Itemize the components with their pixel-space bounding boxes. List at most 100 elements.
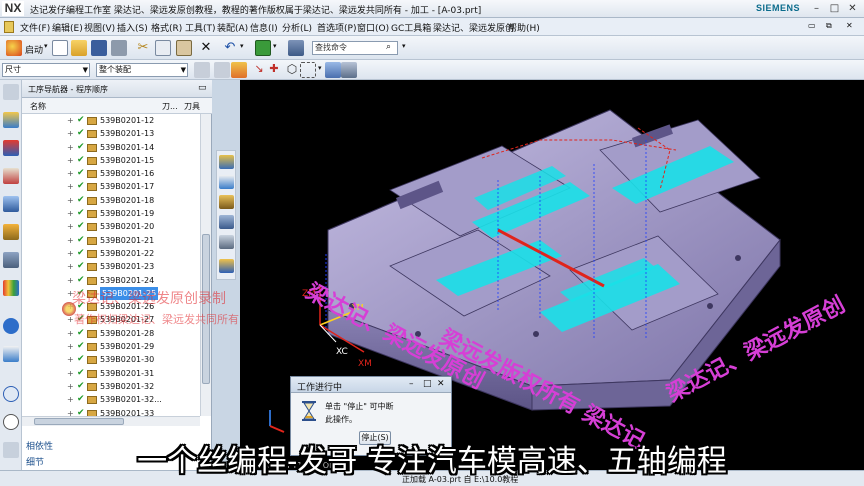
menu-gc-toolbox[interactable]: GC工具箱 <box>391 21 431 34</box>
dialog-minimize-icon[interactable]: – <box>409 379 414 389</box>
verify-toolpath-icon[interactable] <box>219 215 234 229</box>
tree-row[interactable]: + ✔ 539B0201-24 <box>22 274 200 287</box>
column-tool[interactable]: 刀具 <box>184 101 200 112</box>
palette-icon[interactable] <box>3 280 19 296</box>
cut-icon[interactable]: ✂ <box>135 40 151 56</box>
view-icon[interactable] <box>325 62 341 78</box>
menu-info[interactable]: 信息(I) <box>250 21 278 34</box>
delete-icon[interactable]: ✕ <box>198 40 214 56</box>
start-label[interactable]: 启动 <box>25 43 43 56</box>
navigator-collapse-icon[interactable]: ▭ <box>198 83 207 93</box>
repeat-command-icon[interactable] <box>255 40 271 56</box>
new-file-icon[interactable] <box>52 40 68 56</box>
menu-format[interactable]: 格式(R) <box>151 21 182 34</box>
column-tool-change[interactable]: 刀... <box>162 101 178 112</box>
expand-icon[interactable]: + <box>67 180 74 193</box>
tree-row[interactable]: + ✔ 539B0201-21 <box>22 234 200 247</box>
minimize-icon[interactable]: – <box>810 2 823 15</box>
expand-icon[interactable]: + <box>67 114 74 127</box>
tree-row[interactable]: + ✔ 539B0201-33 <box>22 407 200 416</box>
expand-icon[interactable]: + <box>67 353 74 366</box>
part-navigator-icon[interactable] <box>3 140 19 156</box>
maximize-icon[interactable]: □ <box>828 2 841 15</box>
nx-logo[interactable]: NX <box>2 1 24 16</box>
expand-icon[interactable]: + <box>67 194 74 207</box>
tree-row[interactable]: + ✔ 539B0201-30 <box>22 353 200 366</box>
generate-toolpath-icon[interactable] <box>219 155 234 169</box>
operation-navigator-icon[interactable] <box>3 196 19 212</box>
reuse-library-icon[interactable] <box>3 168 19 184</box>
vertical-scrollbar[interactable] <box>200 114 211 416</box>
close-icon[interactable]: ✕ <box>846 2 859 15</box>
expand-icon[interactable]: + <box>67 207 74 220</box>
expand-icon[interactable]: + <box>67 340 74 353</box>
list-toolpath-icon[interactable] <box>219 195 234 209</box>
expand-icon[interactable]: + <box>67 327 74 340</box>
machine-tool-navigator-icon[interactable] <box>3 224 19 240</box>
simulate-icon[interactable] <box>219 235 234 249</box>
tree-row[interactable]: + ✔ 539B0201-15 <box>22 154 200 167</box>
menu-analysis[interactable]: 分析(L) <box>282 21 312 34</box>
scrollbar-thumb[interactable] <box>202 234 210 384</box>
expand-icon[interactable]: + <box>67 260 74 273</box>
expand-icon[interactable]: + <box>67 380 74 393</box>
menu-help[interactable]: 帮助(H) <box>508 21 540 34</box>
expand-icon[interactable]: + <box>67 287 74 300</box>
filter-reset-icon[interactable] <box>194 62 210 78</box>
type-filter-select[interactable]: 尺寸 ▼ <box>2 63 90 77</box>
scope-filter-select[interactable]: 整个装配 ▼ <box>96 63 188 77</box>
tree-row[interactable]: + ✔ 539B0201-18 <box>22 194 200 207</box>
expand-icon[interactable]: + <box>67 407 74 416</box>
print-icon[interactable] <box>111 40 127 56</box>
tree-row[interactable]: + ✔ 539B0201-23 <box>22 260 200 273</box>
point-snap-icon[interactable]: ✚ <box>266 62 282 78</box>
expand-icon[interactable]: + <box>67 367 74 380</box>
tree-row[interactable]: + ✔ 539B0201-22 <box>22 247 200 260</box>
dialog-close-icon[interactable]: ✕ <box>437 379 445 389</box>
tree-row[interactable]: + ✔ 539B0201-20 <box>22 220 200 233</box>
scrollbar-thumb[interactable] <box>34 418 124 425</box>
start-dropdown-icon[interactable]: ▾ <box>44 42 48 50</box>
dialog-maximize-icon[interactable]: □ <box>423 379 432 389</box>
shaded-display-icon[interactable] <box>341 62 357 78</box>
menu-tools[interactable]: 工具(T) <box>185 21 216 34</box>
paste-icon[interactable] <box>176 40 192 56</box>
search-icon[interactable]: ⌕ <box>386 42 391 52</box>
tree-row[interactable]: + ✔ 539B0201-16 <box>22 167 200 180</box>
expand-icon[interactable]: + <box>67 220 74 233</box>
expand-icon[interactable]: + <box>67 167 74 180</box>
roles-icon[interactable] <box>3 346 19 362</box>
tree-row[interactable]: +✔539B0201-26 <box>22 300 200 313</box>
expand-icon[interactable]: + <box>67 154 74 167</box>
expand-icon[interactable]: + <box>67 141 74 154</box>
menu-insert[interactable]: 插入(S) <box>117 21 148 34</box>
clock-icon[interactable] <box>3 414 19 430</box>
open-folder-icon[interactable] <box>71 40 87 56</box>
postprocess-icon[interactable] <box>219 259 234 273</box>
menu-view[interactable]: 视图(V) <box>84 21 115 34</box>
command-finder-icon[interactable] <box>288 40 304 56</box>
menu-assembly[interactable]: 装配(A) <box>217 21 248 34</box>
expand-icon[interactable]: + <box>67 393 74 406</box>
menu-restore-icon[interactable]: ▭ <box>808 21 816 30</box>
save-icon[interactable] <box>91 40 107 56</box>
constraint-navigator-icon[interactable] <box>3 112 19 128</box>
copy-icon[interactable] <box>155 40 171 56</box>
tree-row[interactable]: + ✔ 539B0201-32 <box>22 380 200 393</box>
rectangle-select-icon[interactable] <box>300 62 316 78</box>
tree-row[interactable]: + ✔ 539B0201-17 <box>22 180 200 193</box>
search-dropdown-icon[interactable]: ▾ <box>402 42 406 50</box>
selection-intent-icon[interactable] <box>214 62 230 78</box>
arrow-select-icon[interactable]: ↘ <box>251 62 267 78</box>
menu-window[interactable]: 窗口(O) <box>357 21 389 34</box>
tree-row[interactable]: + ✔ 539B0201-14 <box>22 141 200 154</box>
system-scenes-icon[interactable] <box>3 386 19 402</box>
menu-tile-icon[interactable]: ⧉ <box>826 21 832 31</box>
tree-row[interactable]: + ✔ 539B0201-13 <box>22 127 200 140</box>
tree-row[interactable]: + ✔ 539B0201-25 <box>22 286 200 300</box>
menu-custom[interactable]: 梁达记、梁远发原创 <box>433 21 514 34</box>
tree-row[interactable]: + ✔ 539B0201-28 <box>22 327 200 340</box>
column-name[interactable]: 名称 <box>30 101 46 112</box>
menu-edit[interactable]: 编辑(E) <box>52 21 83 34</box>
tree-row[interactable]: + ✔ 539B0201-31 <box>22 367 200 380</box>
